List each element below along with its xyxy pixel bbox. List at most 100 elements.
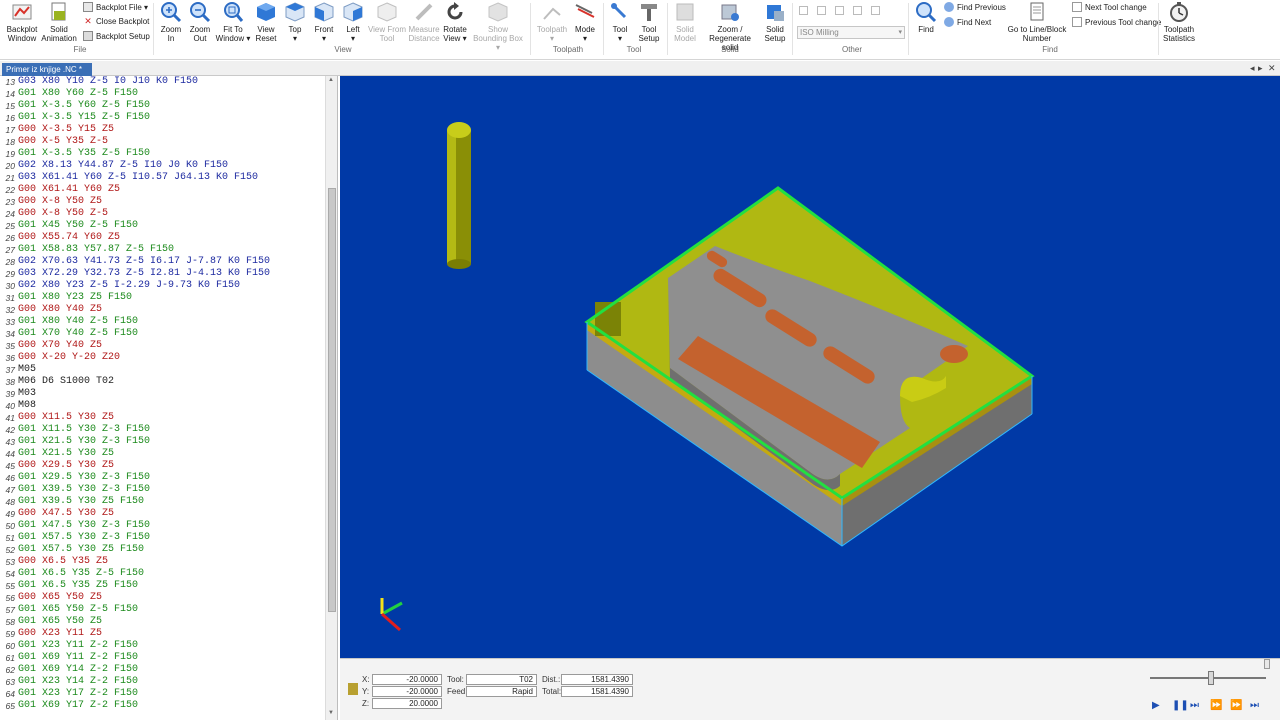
code-text[interactable]: G02 X70.63 Y41.73 Z-5 I6.17 J-7.87 K0 F1… — [18, 256, 270, 268]
find-next-button[interactable]: Find Next — [944, 15, 991, 29]
code-text[interactable]: G01 X21.5 Y30 Z-3 F150 — [18, 436, 150, 448]
code-text[interactable]: G00 X-5 Y35 Z-5 — [18, 136, 108, 148]
document-tab[interactable]: Primer iz knjige .NC * — [2, 63, 92, 76]
solid-animation-button[interactable]: Solid Animation — [40, 0, 78, 46]
rotate-view-button[interactable]: Rotate View ▾ — [441, 0, 469, 46]
tool-button[interactable]: Tool ▾ — [606, 0, 634, 46]
code-text[interactable]: G00 X-8 Y50 Z5 — [18, 196, 102, 208]
view-front-button[interactable]: Front ▾ — [310, 0, 338, 46]
code-line[interactable]: 19 G01 X-3.5 Y35 Z-5 F150 — [0, 148, 325, 160]
backplot-window-button[interactable]: Backplot Window — [4, 0, 40, 46]
tab-scroll-right-icon[interactable]: ▸ — [1258, 63, 1263, 74]
code-line[interactable]: 32 G00 X80 Y40 Z5 — [0, 304, 325, 316]
code-line[interactable]: 61 G01 X69 Y11 Z-2 F150 — [0, 652, 325, 664]
zoom-in-button[interactable]: Zoom In — [157, 0, 185, 46]
code-text[interactable]: G00 X61.41 Y60 Z5 — [18, 184, 120, 196]
tool-setup-button[interactable]: Tool Setup — [635, 0, 663, 46]
option-icon[interactable] — [853, 6, 862, 15]
backplot-setup-button[interactable]: Backplot Setup — [83, 29, 150, 43]
code-line[interactable]: 62 G01 X69 Y14 Z-2 F150 — [0, 664, 325, 676]
code-text[interactable]: G01 X70 Y40 Z-5 F150 — [18, 328, 138, 340]
code-text[interactable]: M03 — [18, 388, 36, 400]
code-line[interactable]: 38 M06 D6 S1000 T02 — [0, 376, 325, 388]
code-text[interactable]: G00 X55.74 Y60 Z5 — [18, 232, 120, 244]
code-text[interactable]: G01 X65 Y50 Z5 — [18, 616, 102, 628]
code-line[interactable]: 29 G03 X72.29 Y32.73 Z-5 I2.81 J-4.13 K0 … — [0, 268, 325, 280]
code-text[interactable]: G01 X39.5 Y30 Z-3 F150 — [18, 484, 150, 496]
code-line[interactable]: 33 G01 X80 Y40 Z-5 F150 — [0, 316, 325, 328]
fast-forward-icon[interactable]: ⏩ — [1230, 700, 1242, 711]
code-text[interactable]: G00 X80 Y40 Z5 — [18, 304, 102, 316]
code-text[interactable]: G01 X65 Y50 Z-5 F150 — [18, 604, 138, 616]
code-text[interactable]: G03 X61.41 Y60 Z-5 I10.57 J64.13 K0 F150 — [18, 172, 258, 184]
code-line[interactable]: 55 G01 X6.5 Y35 Z5 F150 — [0, 580, 325, 592]
code-text[interactable]: G01 X69 Y17 Z-2 F150 — [18, 700, 138, 712]
code-line[interactable]: 54 G01 X6.5 Y35 Z-5 F150 — [0, 568, 325, 580]
code-text[interactable]: G01 X57.5 Y30 Z5 F150 — [18, 544, 144, 556]
code-text[interactable]: G03 X80 Y10 Z-5 I0 J10 K0 F150 — [18, 76, 198, 88]
code-text[interactable]: G00 X6.5 Y35 Z5 — [18, 556, 108, 568]
code-line[interactable]: 49 G00 X47.5 Y30 Z5 — [0, 508, 325, 520]
close-backplot-button[interactable]: ✕ Close Backplot — [83, 14, 149, 28]
close-tab-icon[interactable]: ✕ — [1268, 63, 1276, 74]
code-text[interactable]: G02 X8.13 Y44.87 Z-5 I10 J0 K0 F150 — [18, 160, 228, 172]
previous-tool-change-button[interactable]: Previous Tool change — [1072, 15, 1161, 29]
code-text[interactable]: G01 X80 Y40 Z-5 F150 — [18, 316, 138, 328]
code-line[interactable]: 21 G03 X61.41 Y60 Z-5 I10.57 J64.13 K0 F1… — [0, 172, 325, 184]
option-icon[interactable] — [835, 6, 844, 15]
code-text[interactable]: G01 X-3.5 Y60 Z-5 F150 — [18, 100, 150, 112]
code-text[interactable]: G01 X6.5 Y35 Z-5 F150 — [18, 568, 144, 580]
code-line[interactable]: 18 G00 X-5 Y35 Z-5 — [0, 136, 325, 148]
code-line[interactable]: 14 G01 X80 Y60 Z-5 F150 — [0, 88, 325, 100]
scroll-down-icon[interactable]: ▼ — [328, 710, 334, 716]
code-text[interactable]: M06 D6 S1000 T02 — [18, 376, 114, 388]
code-line[interactable]: 28 G02 X70.63 Y41.73 Z-5 I6.17 J-7.87 K0 … — [0, 256, 325, 268]
option-icon[interactable] — [799, 6, 808, 15]
code-line[interactable]: 63 G01 X23 Y14 Z-2 F150 — [0, 676, 325, 688]
next-tool-change-button[interactable]: Next Tool change — [1072, 0, 1147, 14]
tab-scroll-left-icon[interactable]: ◂ — [1250, 63, 1255, 74]
code-line[interactable]: 53 G00 X6.5 Y35 Z5 — [0, 556, 325, 568]
code-text[interactable]: G00 X65 Y50 Z5 — [18, 592, 102, 604]
view-from-tool-button[interactable]: View From Tool — [367, 0, 407, 46]
code-text[interactable]: G00 X70 Y40 Z5 — [18, 340, 102, 352]
code-line[interactable]: 48 G01 X39.5 Y30 Z5 F150 — [0, 496, 325, 508]
toolpath-statistics-button[interactable]: Toolpath Statistics — [1160, 0, 1198, 46]
zoom-regenerate-solid-button[interactable]: Zoom / Regenerate solid — [700, 0, 760, 52]
code-line[interactable]: 30 G02 X80 Y23 Z-5 I-2.29 J-9.73 K0 F150 — [0, 280, 325, 292]
option-icon[interactable] — [817, 6, 826, 15]
code-text[interactable]: G01 X47.5 Y30 Z-3 F150 — [18, 520, 150, 532]
view-reset-button[interactable]: View Reset — [252, 0, 280, 46]
find-button[interactable]: Find — [912, 0, 940, 46]
code-line[interactable]: 60 G01 X23 Y11 Z-2 F150 — [0, 640, 325, 652]
code-text[interactable]: G01 X69 Y14 Z-2 F150 — [18, 664, 138, 676]
code-text[interactable]: G01 X11.5 Y30 Z-3 F150 — [18, 424, 150, 436]
code-line[interactable]: 26 G00 X55.74 Y60 Z5 — [0, 232, 325, 244]
code-line[interactable]: 22 G00 X61.41 Y60 Z5 — [0, 184, 325, 196]
code-line[interactable]: 41 G00 X11.5 Y30 Z5 — [0, 412, 325, 424]
code-text[interactable]: G00 X29.5 Y30 Z5 — [18, 460, 114, 472]
code-line[interactable]: 23 G00 X-8 Y50 Z5 — [0, 196, 325, 208]
code-line[interactable]: 35 G00 X70 Y40 Z5 — [0, 340, 325, 352]
toolpath-button[interactable]: Toolpath ▾ — [534, 0, 570, 46]
code-line[interactable]: 47 G01 X39.5 Y30 Z-3 F150 — [0, 484, 325, 496]
scroll-up-icon[interactable]: ▲ — [328, 77, 334, 83]
code-text[interactable]: G00 X-8 Y50 Z-5 — [18, 208, 108, 220]
code-line[interactable]: 58 G01 X65 Y50 Z5 — [0, 616, 325, 628]
code-line[interactable]: 16 G01 X-3.5 Y15 Z-5 F150 — [0, 112, 325, 124]
solid-setup-button[interactable]: Solid Setup — [761, 0, 789, 46]
code-text[interactable]: G01 X23 Y17 Z-2 F150 — [18, 688, 138, 700]
code-text[interactable]: G01 X23 Y11 Z-2 F150 — [18, 640, 138, 652]
code-line[interactable]: 50 G01 X47.5 Y30 Z-3 F150 — [0, 520, 325, 532]
go-to-line-button[interactable]: Go to Line/Block Number — [1005, 0, 1069, 46]
mode-button[interactable]: Mode ▾ — [571, 0, 599, 46]
code-line[interactable]: 45 G00 X29.5 Y30 Z5 — [0, 460, 325, 472]
code-text[interactable]: G01 X-3.5 Y35 Z-5 F150 — [18, 148, 150, 160]
code-text[interactable]: G01 X21.5 Y30 Z5 — [18, 448, 114, 460]
scrollbar-thumb[interactable] — [328, 188, 336, 612]
code-text[interactable]: G03 X72.29 Y32.73 Z-5 I2.81 J-4.13 K0 F1… — [18, 268, 270, 280]
code-line[interactable]: 37 M05 — [0, 364, 325, 376]
code-line[interactable]: 15 G01 X-3.5 Y60 Z-5 F150 — [0, 100, 325, 112]
machine-type-select[interactable]: ISO Milling ▾ — [797, 26, 905, 39]
code-text[interactable]: G01 X80 Y23 Z5 F150 — [18, 292, 132, 304]
